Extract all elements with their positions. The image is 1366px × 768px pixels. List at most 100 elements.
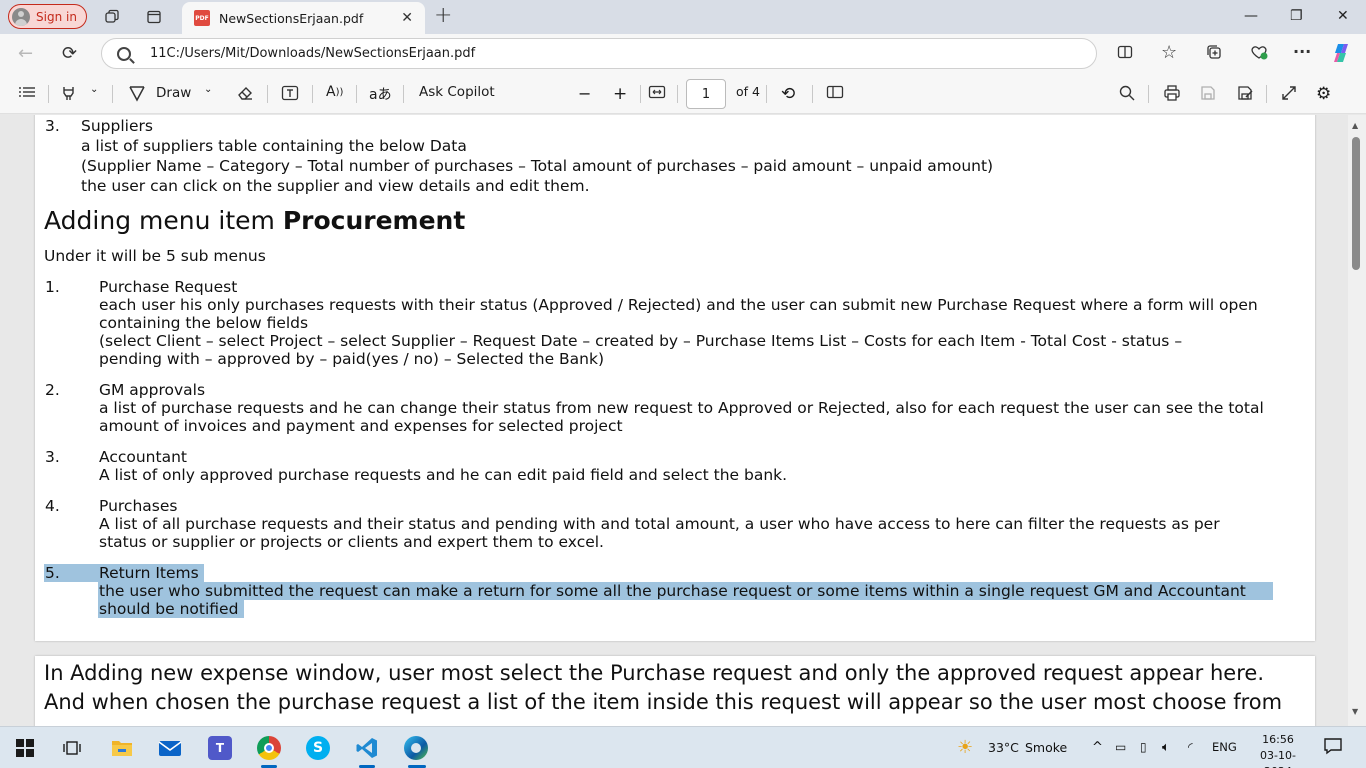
item-5-title: Return Items xyxy=(99,564,199,582)
toolbar-divider xyxy=(356,85,357,103)
fullscreen-icon[interactable] xyxy=(1280,84,1298,102)
more-menu-icon[interactable]: ··· xyxy=(1293,42,1311,61)
start-icon[interactable] xyxy=(13,736,37,760)
draw-icon xyxy=(129,86,145,102)
weather-icon[interactable]: ☀ xyxy=(957,737,973,758)
item-4-line-2: status or supplier or projects or client… xyxy=(99,533,604,551)
item-4-title: Purchases xyxy=(99,497,178,515)
mail-icon[interactable] xyxy=(158,736,182,760)
battery-icon[interactable]: ▯ xyxy=(1140,740,1147,754)
print-icon[interactable] xyxy=(1163,84,1181,102)
edge-icon[interactable] xyxy=(404,736,428,760)
settings-icon[interactable]: ⚙ xyxy=(1316,84,1331,104)
tab-actions-icon[interactable] xyxy=(144,7,164,27)
avatar-icon xyxy=(12,7,30,26)
file-explorer-icon[interactable] xyxy=(110,736,134,760)
draw-button[interactable]: Draw xyxy=(128,84,191,102)
item-2-line-2: amount of invoices and payment and expen… xyxy=(99,417,623,435)
browser-essentials-icon[interactable] xyxy=(1250,44,1268,64)
clock[interactable]: 16:56 03-10-2024 xyxy=(1249,732,1307,768)
item-1-number: 1. xyxy=(45,278,60,296)
eraser-icon[interactable] xyxy=(236,84,254,102)
weather-description[interactable]: Smoke xyxy=(1025,740,1067,755)
taskbar: T S ☀ 33°C Smoke ^ ▭ ▯ 🔈︎ ◜ ENG 16:56 03… xyxy=(0,726,1366,768)
clock-date: 03-10-2024 xyxy=(1260,749,1296,768)
copilot-icon[interactable] xyxy=(1331,42,1353,68)
page-view-icon[interactable] xyxy=(826,84,844,100)
tab-pdf[interactable]: PDF NewSectionsErjaan.pdf ✕ xyxy=(182,2,425,34)
add-text-icon[interactable] xyxy=(281,84,299,102)
zoom-in-icon[interactable]: + xyxy=(613,84,627,104)
address-row: ← ⟳ 11C:/Users/Mit/Downloads/NewSections… xyxy=(0,34,1366,74)
scrollbar-thumb[interactable] xyxy=(1352,137,1360,270)
new-tab-button[interactable]: + xyxy=(434,5,452,27)
rotate-icon[interactable]: ⟲ xyxy=(781,84,795,104)
draw-dropdown-icon[interactable]: ⌄ xyxy=(204,84,212,95)
toolbar-divider xyxy=(677,85,678,103)
sign-in-button[interactable]: Sign in xyxy=(8,4,87,29)
pdf-toolbar: ⌄ Draw ⌄ A)) aあ Ask Copilot − + 1 of 4 ⟲ xyxy=(0,74,1366,114)
chrome-icon[interactable] xyxy=(257,736,281,760)
back-button[interactable]: ← xyxy=(18,43,33,64)
section-intro: Under it will be 5 sub menus xyxy=(44,247,266,265)
ask-copilot-button[interactable]: Ask Copilot xyxy=(419,84,495,100)
pdf-page-1: 3. Suppliers a list of suppliers table c… xyxy=(35,115,1315,641)
item-5-line-2: should be notified xyxy=(99,600,239,618)
item-4-line-1: A list of all purchase requests and thei… xyxy=(99,515,1220,533)
suppliers-line-2: (Supplier Name – Category – Total number… xyxy=(81,157,994,175)
item-2-line-1: a list of purchase requests and he can c… xyxy=(99,399,1264,417)
address-bar[interactable]: 11C:/Users/Mit/Downloads/NewSectionsErja… xyxy=(101,38,1097,69)
save-icon[interactable] xyxy=(1199,84,1217,102)
scroll-down-icon[interactable]: ▼ xyxy=(1352,707,1358,716)
toolbar-divider xyxy=(1148,85,1149,103)
translate-icon[interactable]: aあ xyxy=(369,84,392,104)
task-view-icon[interactable] xyxy=(60,736,84,760)
workspaces-icon[interactable] xyxy=(102,7,122,27)
favorites-icon[interactable]: ☆ xyxy=(1161,42,1177,63)
toolbar-divider xyxy=(312,85,313,103)
page2-line-2: And when chosen the purchase request a l… xyxy=(44,690,1283,714)
vertical-scrollbar[interactable]: ▲ ▼ xyxy=(1348,115,1366,726)
close-tab-icon[interactable]: ✕ xyxy=(401,10,413,26)
notifications-icon[interactable] xyxy=(1323,736,1343,759)
address-text: 11C:/Users/Mit/Downloads/NewSectionsErja… xyxy=(150,46,476,61)
pdf-file-icon: PDF xyxy=(194,10,210,26)
suppliers-title: Suppliers xyxy=(81,117,153,135)
close-window-button[interactable]: ✕ xyxy=(1337,8,1349,24)
highlight-dropdown-icon[interactable]: ⌄ xyxy=(90,84,98,95)
restore-button[interactable]: ❐ xyxy=(1290,8,1303,24)
item-1-line-2: containing the below fields xyxy=(99,314,309,332)
teams-icon[interactable]: T xyxy=(208,736,232,760)
section-heading: Adding menu item Procurement xyxy=(44,205,465,237)
weather-temperature[interactable]: 33°C xyxy=(988,740,1019,755)
minimize-button[interactable]: — xyxy=(1244,8,1258,24)
page-number-input[interactable]: 1 xyxy=(686,79,726,109)
zoom-out-icon[interactable]: − xyxy=(578,84,591,103)
wifi-icon[interactable]: ◜ xyxy=(1188,740,1193,754)
show-hidden-icons-icon[interactable]: ^ xyxy=(1092,740,1103,755)
pdf-viewer[interactable]: 3. Suppliers a list of suppliers table c… xyxy=(0,115,1348,726)
search-icon xyxy=(117,46,131,61)
toolbar-divider xyxy=(766,85,767,103)
contents-icon[interactable] xyxy=(18,84,36,100)
collections-icon[interactable] xyxy=(1206,44,1222,64)
split-screen-icon[interactable] xyxy=(1117,44,1133,64)
input-language[interactable]: ENG xyxy=(1212,740,1237,754)
item-5-line-1: the user who submitted the request can m… xyxy=(99,582,1246,600)
find-icon[interactable] xyxy=(1118,84,1136,102)
highlight-button[interactable] xyxy=(60,84,78,102)
volume-icon[interactable]: 🔈︎ xyxy=(1162,740,1170,755)
item-1-line-4: pending with – approved by – paid(yes / … xyxy=(99,350,605,368)
read-aloud-icon[interactable]: A)) xyxy=(326,84,343,100)
item-1-line-1: each user his only purchases requests wi… xyxy=(99,296,1258,314)
fit-to-page-icon[interactable] xyxy=(648,84,666,100)
skype-icon[interactable]: S xyxy=(306,736,330,760)
suppliers-number: 3. xyxy=(45,117,60,135)
refresh-button[interactable]: ⟳ xyxy=(62,43,77,64)
scroll-up-icon[interactable]: ▲ xyxy=(1352,121,1358,130)
network-adapter-icon[interactable]: ▭ xyxy=(1115,740,1126,754)
sign-in-label: Sign in xyxy=(36,9,77,24)
vscode-icon[interactable] xyxy=(355,736,379,760)
item-1-line-3: (select Client – select Project – select… xyxy=(99,332,1183,350)
save-as-icon[interactable] xyxy=(1236,84,1254,102)
